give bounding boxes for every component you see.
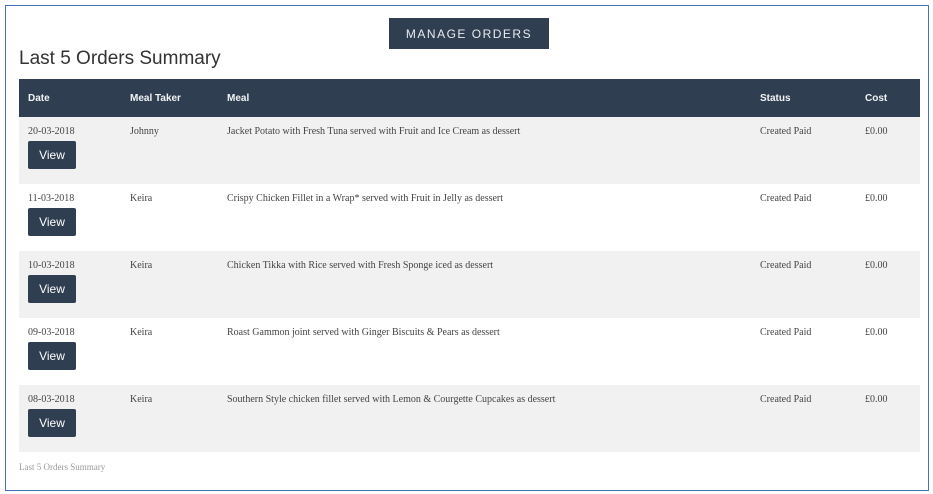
table-header-row: Date Meal Taker Meal Status Cost xyxy=(19,79,920,117)
table-row: 10-03-2018 View Keira Chicken Tikka with… xyxy=(19,251,920,318)
status-cell: Created Paid xyxy=(760,126,812,137)
view-button[interactable]: View xyxy=(28,141,76,169)
meal-cell: Jacket Potato with Fresh Tuna served wit… xyxy=(227,126,521,137)
view-button[interactable]: View xyxy=(28,409,76,437)
status-cell: Created Paid xyxy=(760,327,812,338)
manage-orders-button[interactable]: MANAGE ORDERS xyxy=(389,18,549,49)
view-button[interactable]: View xyxy=(28,342,76,370)
cost-cell: £0.00 xyxy=(865,260,888,271)
view-button[interactable]: View xyxy=(28,208,76,236)
meal-cell: Chicken Tikka with Rice served with Fres… xyxy=(227,260,494,271)
status-cell: Created Paid xyxy=(760,193,812,204)
date-cell: 09-03-2018 View xyxy=(19,318,121,385)
date-cell: 08-03-2018 View xyxy=(19,385,121,452)
meal-cell: Roast Gammon joint served with Ginger Bi… xyxy=(227,327,500,338)
meal-taker-cell: Johnny xyxy=(130,126,159,137)
status-cell: Created Paid xyxy=(760,260,812,271)
status-cell: Created Paid xyxy=(760,394,812,405)
view-button[interactable]: View xyxy=(28,275,76,303)
table-row: 20-03-2018 View Johnny Jacket Potato wit… xyxy=(19,117,920,184)
meal-cell: Crispy Chicken Fillet in a Wrap* served … xyxy=(227,193,504,204)
date-cell: 20-03-2018 View xyxy=(19,117,121,184)
column-header-date[interactable]: Date xyxy=(19,79,121,117)
meal-taker-cell: Keira xyxy=(130,327,153,338)
column-header-meal-taker[interactable]: Meal Taker xyxy=(121,79,218,117)
column-header-meal[interactable]: Meal xyxy=(218,79,751,117)
cost-cell: £0.00 xyxy=(865,394,888,405)
order-date: 11-03-2018 xyxy=(28,193,75,204)
cost-cell: £0.00 xyxy=(865,327,888,338)
date-cell: 11-03-2018 View xyxy=(19,184,121,251)
order-date: 20-03-2018 xyxy=(28,126,75,137)
meal-taker-cell: Keira xyxy=(130,260,153,271)
orders-table: Date Meal Taker Meal Status Cost 20-03-2… xyxy=(19,79,920,452)
table-row: 09-03-2018 View Keira Roast Gammon joint… xyxy=(19,318,920,385)
cost-cell: £0.00 xyxy=(865,126,888,137)
column-header-cost[interactable]: Cost xyxy=(856,79,920,117)
meal-taker-cell: Keira xyxy=(130,394,153,405)
cost-cell: £0.00 xyxy=(865,193,888,204)
table-row: 11-03-2018 View Keira Crispy Chicken Fil… xyxy=(19,184,920,251)
table-caption: Last 5 Orders Summary xyxy=(19,462,106,472)
order-date: 10-03-2018 xyxy=(28,260,75,271)
meal-cell: Southern Style chicken fillet served wit… xyxy=(227,394,556,405)
table-row: 08-03-2018 View Keira Southern Style chi… xyxy=(19,385,920,452)
column-header-status[interactable]: Status xyxy=(751,79,856,117)
order-date: 09-03-2018 xyxy=(28,327,75,338)
date-cell: 10-03-2018 View xyxy=(19,251,121,318)
page-title: Last 5 Orders Summary xyxy=(19,48,221,69)
order-date: 08-03-2018 xyxy=(28,394,75,405)
meal-taker-cell: Keira xyxy=(130,193,153,204)
